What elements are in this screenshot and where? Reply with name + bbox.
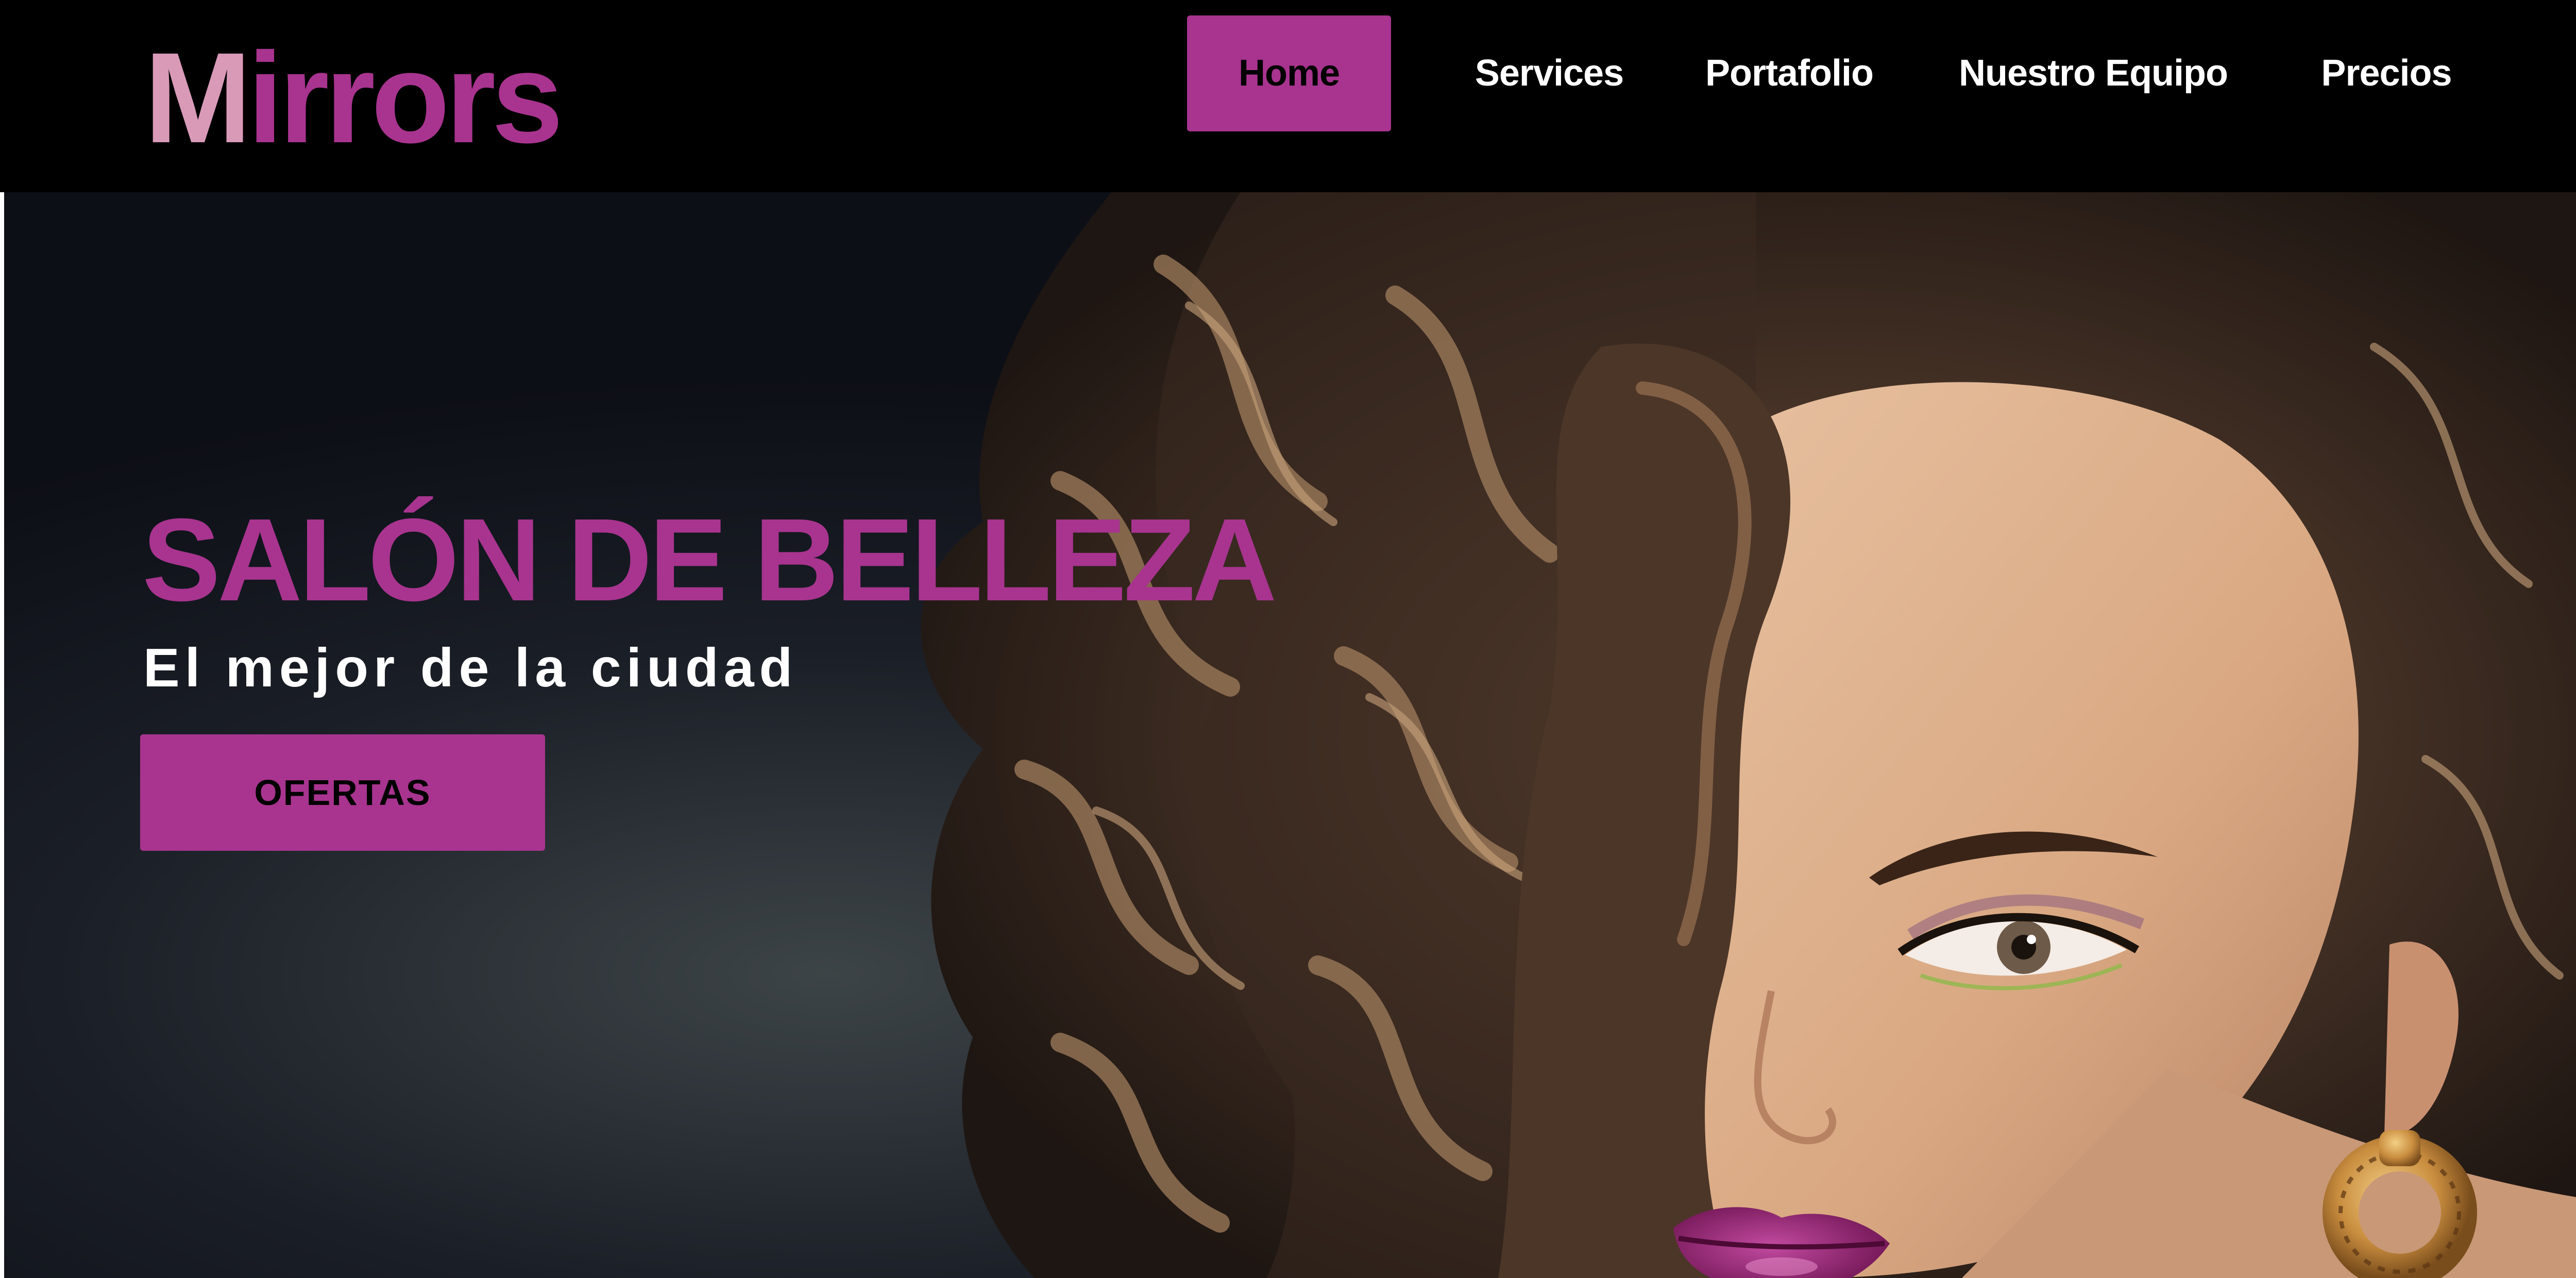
logo-first-letter: M [144,26,251,170]
logo-rest: irrors [247,26,563,170]
nav-services-link[interactable]: Services [1458,15,1640,131]
brand-logo[interactable]: Mirrors [144,31,563,165]
nav-team-link[interactable]: Nuestro Equipo [1941,15,2245,131]
nav-home-link[interactable]: Home [1187,15,1391,131]
hero-section: SALÓN DE BELLEZA El mejor de la ciudad O… [4,192,2576,1278]
nav-portfolio-link[interactable]: Portafolio [1695,15,1884,131]
top-navigation-bar: Mirrors Home Services Portafolio Nuestro… [0,0,2576,192]
nav-prices-link[interactable]: Precios [2303,15,2470,131]
hero-title: SALÓN DE BELLEZA [142,495,1277,626]
hero-subtitle: El mejor de la ciudad [143,637,798,698]
offers-button[interactable]: OFERTAS [140,734,545,851]
